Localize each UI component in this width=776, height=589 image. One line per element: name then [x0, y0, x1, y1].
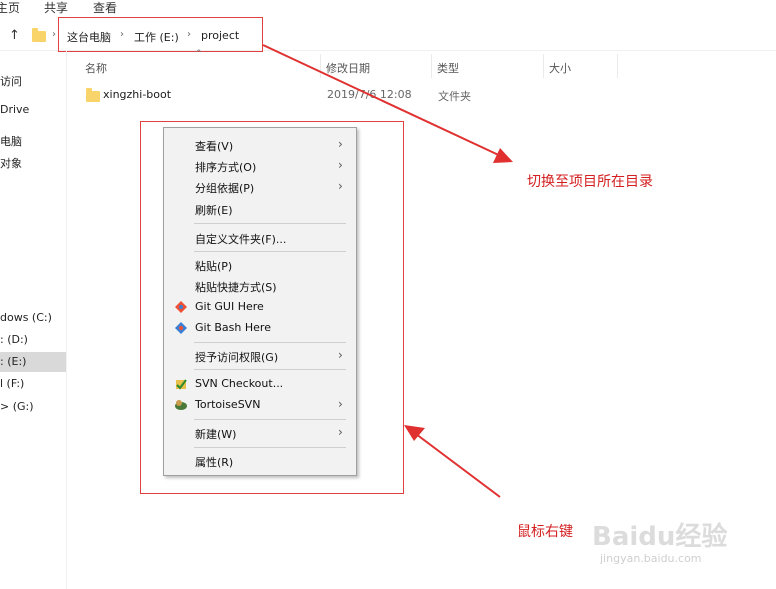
arrow-line: [411, 430, 501, 498]
annotation-switch-directory: 切换至项目所在目录: [527, 174, 653, 190]
annotation-right-click: 鼠标右键: [517, 524, 573, 540]
watermark-brand: Baidu经验: [592, 522, 728, 552]
arrow-line: [262, 44, 506, 159]
arrowhead-icon: [493, 148, 513, 163]
annotation-arrows: [262, 44, 513, 498]
baidu-watermark: Baidu经验 jingyan.baidu.com: [592, 505, 742, 575]
watermark-url: jingyan.baidu.com: [600, 552, 702, 565]
